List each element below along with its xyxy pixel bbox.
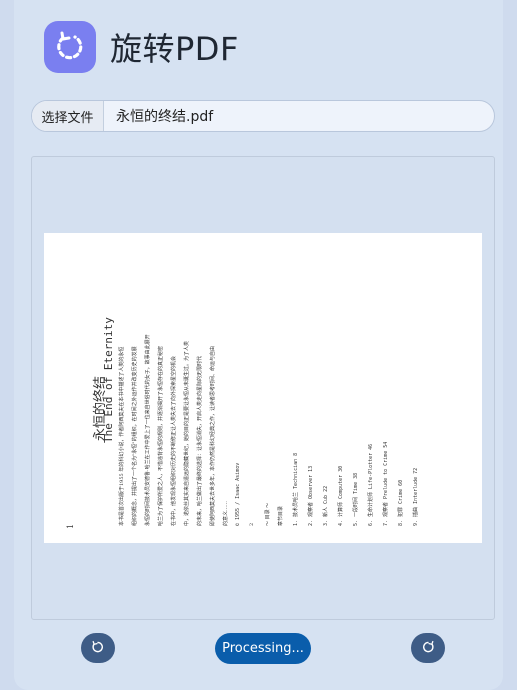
choose-file-button[interactable]: 选择文件 <box>32 101 104 131</box>
body-line: 即使阿西莫夫去世多年，本作仍然是科幻经典之作，让读者思考时间、命运与自由 <box>210 345 216 526</box>
file-picker[interactable]: 选择文件 永恒的终结.pdf <box>31 100 495 132</box>
toc-header: ～ 目录 ～ <box>265 502 271 526</box>
body-line: 在书中，他发现永恒组织对历史的不断修正让人类失去了向外探索星空的机会 <box>171 355 177 526</box>
copyright-line: © 1955 / Isaac Asimov <box>235 462 241 526</box>
toc-item: 6. 生命计划师 Life-Plotter 46 <box>368 443 374 526</box>
app-title: 旋转PDF <box>110 30 239 68</box>
body-line: 本书是首次出版于1955 年的科幻小说，作者阿西莫夫在本书中描述了人类的永恒 <box>119 346 125 526</box>
selected-file-name: 永恒的终结.pdf <box>116 109 214 125</box>
toc-item: 9. 插曲 Interlude 72 <box>413 467 419 526</box>
toc-item: 7. 观察者 Prelude to Crime 54 <box>383 441 389 526</box>
rotate-right-button[interactable] <box>411 633 445 663</box>
book-title-en: The End of Eternity <box>102 317 115 443</box>
processing-button[interactable]: Processing... <box>215 633 311 664</box>
toc-item: 1. 技术员哈兰 Technician 8 <box>293 452 299 526</box>
body-line: 的未来，哈兰做出了最终的选择：让永恒消失，开启人类走向星际的无限时代 <box>197 355 203 526</box>
body-line: 中，诺依丝其实来自遥远的隐藏世纪，她的目的正是要让永恒从未诞生过。为了人类 <box>184 340 190 526</box>
blank-page-number: 2 <box>249 522 255 526</box>
page-side-number: 1 <box>66 523 75 529</box>
pdf-page-preview: 1 永恒的终结 The End of Eternity 本书是首次出版于1955… <box>44 233 482 543</box>
app-header: 旋转PDF <box>44 21 239 73</box>
toc-item: 4. 计算师 Computer 30 <box>338 465 344 526</box>
body-line: 哈兰为了保护所爱之人，不惜违背永恒的规则，并逐渐揭开了永恒存在的真正秘密 <box>158 345 164 526</box>
toc-label: 章节目录 <box>278 505 284 526</box>
body-line: 永恒的时间技术员安德鲁·哈兰在工作中爱上了一位来自世俗时代的女子，故事由此展开 <box>145 334 151 526</box>
toc-item: 8. 犯罪 Crime 60 <box>398 479 404 526</box>
body-line: 的意义…… <box>223 500 229 526</box>
rotate-left-button[interactable] <box>81 633 115 663</box>
body-line: 组织的概念，并提出了一个名为"永恒"的组织，在时间之外运作并改变历史的发展 <box>132 346 138 526</box>
rotate-clockwise-icon <box>421 639 435 658</box>
toc-item: 5. 一段时间 Time 38 <box>353 472 359 526</box>
pdf-preview-area: 1 永恒的终结 The End of Eternity 本书是首次出版于1955… <box>31 156 495 620</box>
toc-item: 3. 新人 Cub 22 <box>323 485 329 526</box>
rotate-counterclockwise-icon <box>91 639 105 658</box>
rotate-icon <box>44 21 96 73</box>
toc-item: 2. 观察者 Observer 13 <box>308 465 314 526</box>
